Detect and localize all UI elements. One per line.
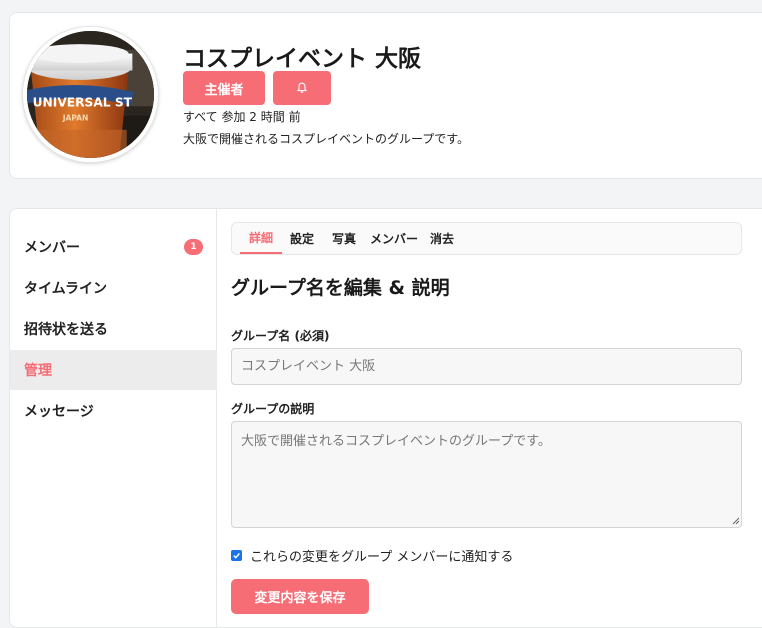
edit-section-title: グループ名を編集 & 説明 [231, 277, 450, 299]
resize-grip-icon[interactable] [732, 517, 740, 525]
notify-members-checkbox[interactable] [231, 550, 242, 561]
notify-members-label: これらの変更をグループ メンバーに通知する [250, 550, 514, 565]
manage-tabs: 詳細 設定 写真 メンバー 消去 [231, 222, 742, 255]
notification-bell-button[interactable] [273, 71, 331, 105]
group-meta: すべて 参加 2 時間 前 [183, 110, 301, 124]
group-manage-card: メンバー 1 タイムライン 招待状を送る 管理 メッセージ 詳細 設定 写真 メ… [9, 208, 762, 628]
bell-icon [296, 82, 308, 93]
notify-members-option[interactable]: これらの変更をグループ メンバーに通知する [231, 546, 513, 565]
group-header-card: UNIVERSAL ST JAPAN コスプレイベント 大阪 主催者 すべて 参… [9, 12, 762, 179]
group-title: コスプレイベント 大阪 [183, 46, 422, 72]
group-name-input[interactable] [231, 348, 742, 385]
group-avatar[interactable]: UNIVERSAL ST JAPAN [23, 27, 158, 162]
sidebar: メンバー 1 タイムライン 招待状を送る 管理 メッセージ [10, 209, 217, 627]
organizer-role-button[interactable]: 主催者 [183, 71, 265, 105]
tab-details[interactable]: 詳細 [240, 223, 282, 254]
group-description-label: グループの説明 [231, 402, 315, 416]
coffee-cup-photo: UNIVERSAL ST JAPAN [27, 31, 154, 158]
tab-members[interactable]: メンバー [368, 223, 420, 254]
sidebar-item-invite[interactable]: 招待状を送る [10, 309, 217, 349]
avatar-logo-sub: JAPAN [62, 113, 89, 122]
sidebar-item-members[interactable]: メンバー 1 [10, 227, 217, 267]
sidebar-item-label: 管理 [24, 363, 52, 379]
sidebar-item-label: メッセージ [24, 404, 94, 420]
sidebar-item-manage[interactable]: 管理 [10, 350, 217, 390]
sidebar-item-label: 招待状を送る [24, 322, 108, 338]
sidebar-item-messages[interactable]: メッセージ [10, 391, 217, 431]
sidebar-item-label: メンバー [24, 240, 80, 256]
group-description: 大阪で開催されるコスプレイベントのグループです。 [183, 132, 470, 146]
tab-photos[interactable]: 写真 [326, 223, 362, 254]
tab-delete[interactable]: 消去 [424, 223, 460, 254]
save-changes-button[interactable]: 変更内容を保存 [231, 579, 369, 614]
group-name-label: グループ名 (必須) [231, 329, 330, 343]
group-description-textarea[interactable] [231, 421, 742, 528]
sidebar-item-timeline[interactable]: タイムライン [10, 268, 217, 308]
tab-settings[interactable]: 設定 [284, 223, 320, 254]
check-icon [233, 553, 240, 559]
sidebar-item-label: タイムライン [24, 281, 108, 297]
members-count-badge: 1 [184, 239, 203, 255]
avatar-logo-text: UNIVERSAL ST [33, 95, 133, 109]
